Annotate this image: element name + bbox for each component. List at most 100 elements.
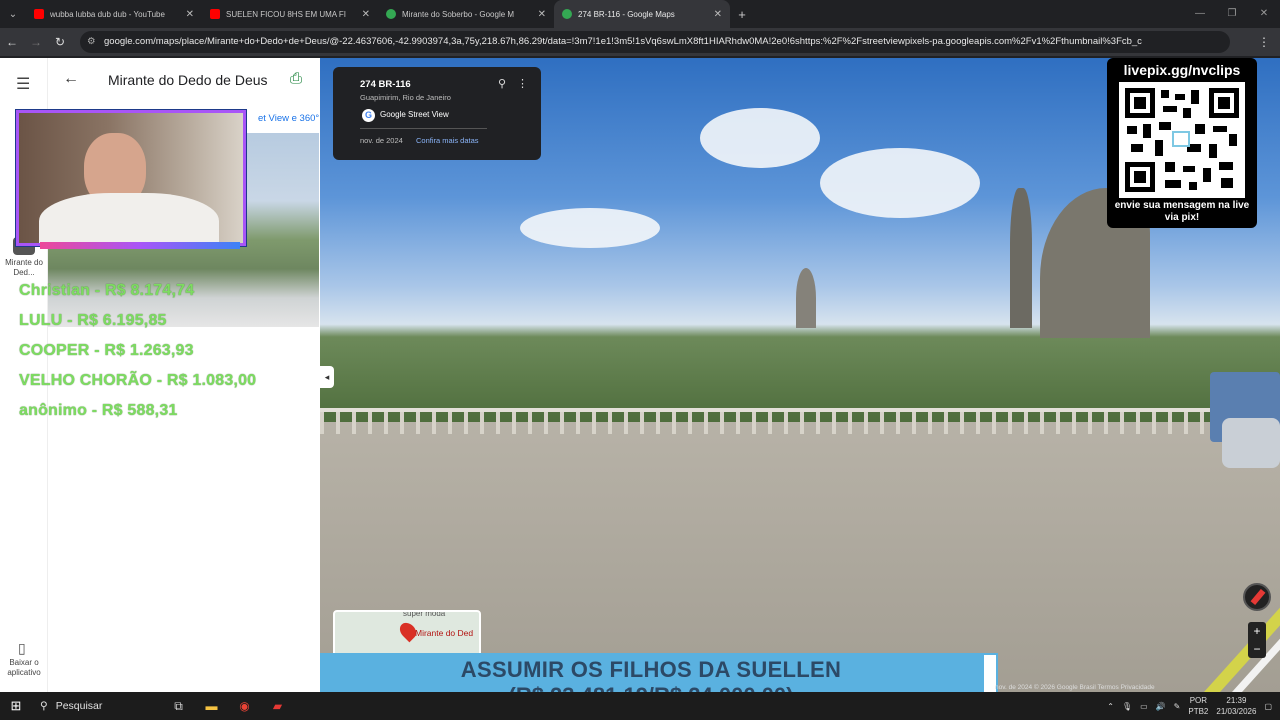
site-info-icon[interactable]: ⚙ [87, 31, 96, 53]
donor-item: LULU - R$ 6.195,85 [19, 312, 167, 329]
tab-search-icon[interactable]: ⌄ [0, 0, 26, 28]
keyboard-layout: PTB2 [1188, 707, 1209, 716]
close-icon[interactable]: ✕ [186, 9, 194, 20]
notifications-icon[interactable]: ▢ [1264, 702, 1272, 711]
donor-list: Christian - R$ 8.174,74 LULU - R$ 6.195,… [19, 276, 256, 426]
qr-code-image [1119, 82, 1245, 198]
browser-menu-icon[interactable]: ⋮ [1258, 35, 1270, 49]
windows-start-icon[interactable]: ⊞ [0, 698, 32, 714]
streamer-body [39, 193, 219, 243]
tab-title: wubba lubba dub dub - YouTube [50, 9, 165, 19]
forward-arrow-icon[interactable]: → [24, 35, 48, 49]
maximize-icon[interactable]: ❐ [1216, 0, 1248, 28]
new-tab-button[interactable]: + [730, 7, 754, 22]
system-tray: ⌃ 🎙 ▭ 🔊 ✎ POR PTB2 21:39 21/03/2026 ▢ [1107, 692, 1280, 720]
mountain-peak [796, 268, 816, 328]
minimap-top-label: super moda [403, 610, 446, 618]
youtube-icon [34, 9, 44, 19]
donor-item: anônimo - R$ 588,31 [19, 402, 178, 419]
zoom-out-button[interactable]: − [1248, 640, 1266, 658]
tab-title: Mirante do Soberbo - Google M [402, 9, 515, 19]
street-view-info-card: 274 BR-116 Guapimirim, Rio de Janeiro ⚲ … [333, 67, 541, 160]
cloud [700, 108, 820, 168]
url-text: google.com/maps/place/Mirante+do+Dedo+de… [104, 36, 1142, 47]
cloud [820, 148, 980, 218]
minimap-place-label: Mirante do Ded [415, 628, 474, 638]
windows-taskbar: ⊞ ⚲ Pesquisar ⧉ ▬ ◉ ▰ ⌃ 🎙 ▭ 🔊 ✎ POR PTB2… [0, 692, 1280, 720]
cloud [520, 208, 660, 248]
menu-icon[interactable]: ☰ [16, 74, 30, 94]
reload-icon[interactable]: ↻ [48, 35, 72, 49]
address-bar-row: ← → ↻ ⚙ google.com/maps/place/Mirante+do… [0, 28, 1280, 56]
qr-pattern [1125, 88, 1239, 192]
map-footer-links: nov. de 2024 © 2026 Google Brasil Termos… [995, 684, 1155, 691]
webcam-frame-accent [40, 242, 240, 249]
goal-title: ASSUMIR OS FILHOS DA SUELLEN [460, 657, 842, 682]
more-options-icon[interactable]: ⋮ [517, 77, 528, 90]
app-icon[interactable]: ▰ [261, 699, 294, 713]
rail-recent-label[interactable]: Mirante do Ded... [2, 258, 46, 278]
url-field[interactable]: ⚙ google.com/maps/place/Mirante+do+Dedo+… [80, 31, 1230, 53]
street-view-link[interactable]: et View e 360° [258, 113, 319, 124]
donor-item: COOPER - R$ 1.263,93 [19, 342, 194, 359]
download-app-label[interactable]: Baixar o aplicativo [0, 658, 48, 678]
microphone-icon[interactable]: 🎙 [1122, 702, 1132, 711]
youtube-icon [210, 9, 220, 19]
task-view-icon[interactable]: ⧉ [162, 699, 195, 714]
qr-title: livepix.gg/nvclips [1123, 62, 1241, 78]
tab-maps-1[interactable]: Mirante do Soberbo - Google M ✕ [378, 0, 554, 28]
close-window-icon[interactable]: ✕ [1248, 0, 1280, 28]
browser-tab-bar: ⌄ wubba lubba dub dub - YouTube ✕ SUELEN… [0, 0, 1280, 28]
clock-time: 21:39 [1226, 696, 1247, 705]
back-arrow-icon[interactable]: ← [0, 35, 24, 49]
taskbar-search[interactable]: ⚲ Pesquisar [32, 692, 162, 720]
donor-item: Christian - R$ 8.174,74 [19, 282, 195, 299]
add-photo-icon[interactable]: ⎙ [290, 70, 302, 87]
more-dates-link[interactable]: Confira mais datas [416, 136, 479, 145]
tray-chevron-icon[interactable]: ⌃ [1107, 702, 1114, 711]
tab-youtube-1[interactable]: wubba lubba dub dub - YouTube ✕ [26, 0, 202, 28]
compass-icon[interactable] [1243, 583, 1271, 611]
language-code: POR [1189, 696, 1208, 705]
webcam-overlay [16, 110, 246, 246]
collapse-panel-button[interactable]: ◂ [320, 366, 334, 388]
google-logo-icon: G [362, 109, 375, 122]
close-icon[interactable]: ✕ [538, 9, 546, 20]
donor-item: VELHO CHORÃO - R$ 1.083,00 [19, 372, 257, 389]
close-icon[interactable]: ✕ [714, 9, 722, 20]
network-icon[interactable]: ▭ [1140, 702, 1148, 711]
tab-title: 274 BR-116 - Google Maps [578, 9, 675, 19]
place-title: Mirante do Dedo de Deus [108, 72, 268, 88]
pin-icon[interactable]: ⚲ [498, 77, 506, 90]
car [1222, 418, 1280, 468]
clock[interactable]: 21:39 21/03/2026 [1216, 695, 1256, 717]
tab-youtube-2[interactable]: SUELEN FICOU 8HS EM UMA FI ✕ [202, 0, 378, 28]
capture-date: nov. de 2024 [360, 136, 403, 145]
close-icon[interactable]: ✕ [362, 9, 370, 20]
back-arrow-icon[interactable]: ← [63, 70, 79, 88]
location-subtitle: Guapimirim, Rio de Janeiro [360, 93, 451, 102]
maps-icon [386, 9, 396, 19]
location-title: 274 BR-116 [360, 79, 411, 90]
divider [360, 128, 487, 129]
tab-title: SUELEN FICOU 8HS EM UMA FI [226, 9, 347, 19]
phone-icon[interactable]: ▯ [18, 640, 26, 657]
zoom-control: + − [1248, 622, 1266, 658]
pen-icon[interactable]: ✎ [1174, 702, 1181, 711]
mountain-peak [1010, 188, 1032, 328]
chrome-icon[interactable]: ◉ [228, 699, 261, 713]
volume-icon[interactable]: 🔊 [1156, 702, 1166, 711]
minimize-icon[interactable]: — [1184, 0, 1216, 28]
tab-maps-active[interactable]: 274 BR-116 - Google Maps ✕ [554, 0, 730, 28]
window-controls: — ❐ ✕ [1184, 0, 1280, 28]
search-placeholder: Pesquisar [55, 700, 103, 712]
clock-date: 21/03/2026 [1216, 707, 1257, 716]
maps-icon [562, 9, 572, 19]
file-explorer-icon[interactable]: ▬ [195, 699, 228, 713]
qr-caption: envie sua mensagem na live via pix! [1114, 200, 1250, 223]
language-indicator[interactable]: POR PTB2 [1188, 695, 1208, 717]
search-icon: ⚲ [40, 700, 48, 712]
zoom-in-button[interactable]: + [1248, 622, 1266, 640]
guard-rail [320, 408, 1220, 434]
pix-qr-overlay: livepix.gg/nvclips envie sua mensagem na… [1107, 58, 1257, 228]
